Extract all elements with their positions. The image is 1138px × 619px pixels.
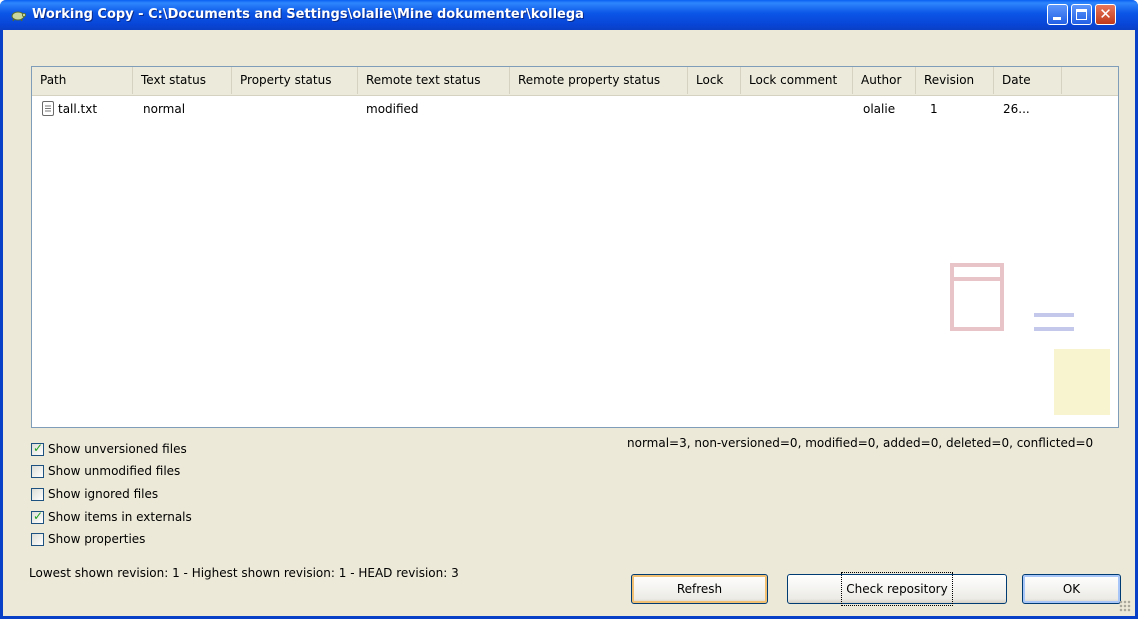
list-header: Path Text status Property status Remote … [32,67,1118,96]
refresh-button-label: Refresh [676,582,723,596]
path-cell: tall.txt [36,98,133,120]
checkbox-label: Show unversioned files [48,442,187,456]
show-properties-checkbox[interactable]: Show properties [31,529,145,549]
column-header-property-status[interactable]: Property status [232,67,358,94]
minimize-button[interactable] [1047,4,1068,25]
show-unmodified-checkbox[interactable]: Show unmodified files [31,461,180,481]
property-status-cell [232,98,358,120]
resize-grip[interactable] [1119,600,1131,612]
remote-property-status-cell [510,98,688,120]
lock-cell [688,98,741,120]
maximize-button[interactable] [1071,4,1092,25]
file-name: tall.txt [58,102,98,116]
ok-button-label: OK [1062,582,1081,596]
author-cell: olalie [863,102,896,116]
revision-cell: 1 [930,102,938,116]
checkbox-label: Show items in externals [48,510,192,524]
lock-comment-cell [741,98,853,120]
checkbox-box[interactable]: ✓ [31,508,44,524]
close-icon: ✕ [1099,5,1112,23]
column-header-author[interactable]: Author [853,67,916,94]
watermark-document-icon [1054,349,1110,415]
watermark-equals-icon [1034,313,1074,317]
column-header-text-status[interactable]: Text status [133,67,232,94]
column-header-lock[interactable]: Lock [688,67,741,94]
checkbox-label: Show ignored files [48,487,159,501]
checkbox-label: Show properties [48,532,146,546]
show-externals-checkbox[interactable]: ✓ Show items in externals [31,507,192,527]
check-repository-button[interactable]: Check repository [787,572,1007,606]
revision-info: Lowest shown revision: 1 - Highest shown… [29,566,459,580]
column-header-remote-text-status[interactable]: Remote text status [358,67,510,94]
show-unversioned-checkbox[interactable]: ✓ Show unversioned files [31,439,187,459]
close-button[interactable]: ✕ [1095,4,1116,25]
column-header-lock-comment[interactable]: Lock comment [741,67,853,94]
check-repository-button-label: Check repository [841,572,953,606]
tortoise-icon [11,11,26,22]
column-header-path[interactable]: Path [32,67,133,94]
checkbox-box[interactable]: ✓ [31,440,44,456]
checkbox-box[interactable] [31,532,44,546]
column-header-date[interactable]: Date [994,67,1062,94]
checkbox-box[interactable] [31,487,44,501]
checkbox-label: Show unmodified files [48,464,181,478]
file-list[interactable]: Path Text status Property status Remote … [31,66,1119,428]
minimize-icon [1053,17,1061,20]
remote-text-status-cell: modified [366,102,419,116]
working-copy-window: Working Copy - C:\Documents and Settings… [0,0,1138,619]
checkbox-box[interactable] [31,464,44,478]
check-icon: ✓ [33,440,44,455]
watermark-window-icon [950,263,1004,331]
check-icon: ✓ [33,508,44,523]
table-row[interactable]: tall.txt normal modified olalie 1 26... [32,98,1118,120]
column-header-revision[interactable]: Revision [916,67,994,94]
ok-button[interactable]: OK [1022,574,1121,604]
show-ignored-checkbox[interactable]: Show ignored files [31,484,158,504]
column-header-remote-property-status[interactable]: Remote property status [510,67,688,94]
window-title: Working Copy - C:\Documents and Settings… [32,7,584,22]
title-bar[interactable]: Working Copy - C:\Documents and Settings… [0,0,1138,30]
date-cell: 26... [1003,102,1030,116]
text-status-cell: normal [143,102,186,116]
refresh-button[interactable]: Refresh [631,574,768,604]
maximize-icon [1076,9,1087,20]
watermark-equals-icon-line [1034,327,1074,331]
text-file-icon [42,101,54,116]
status-summary: normal=3, non-versioned=0, modified=0, a… [627,436,1094,450]
